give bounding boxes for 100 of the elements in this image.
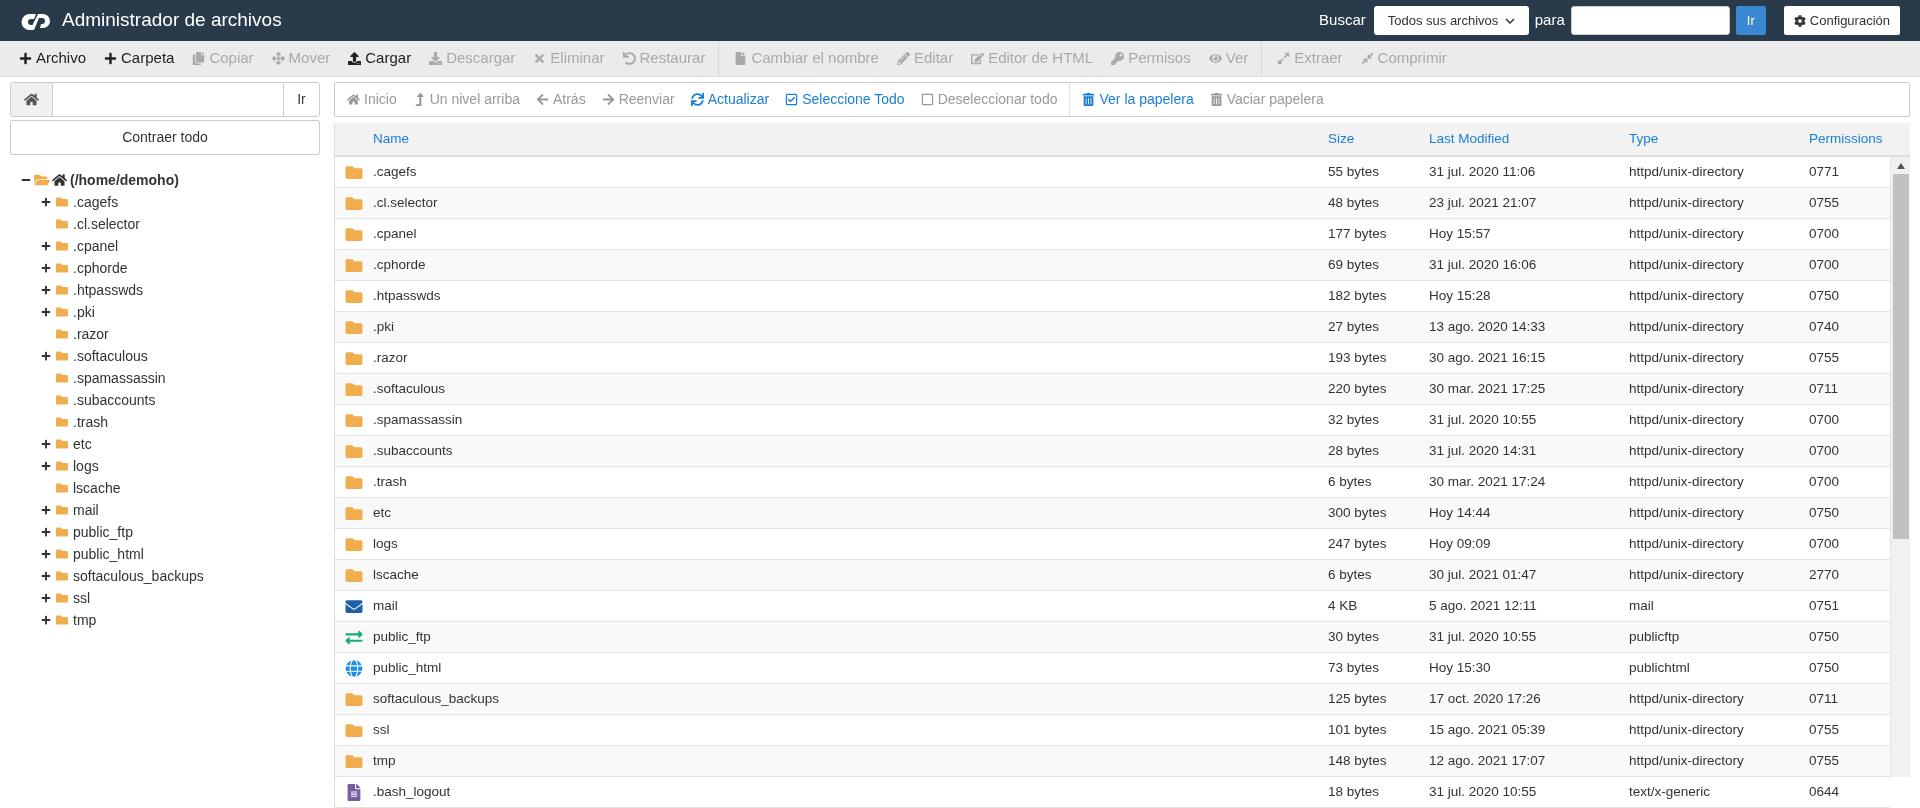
plus-icon[interactable] — [41, 505, 51, 515]
file-permissions: 0700 — [1809, 441, 1841, 460]
file-name: .cpanel — [373, 224, 418, 243]
modified-date: 31 jul. 2020 11:06 — [1429, 162, 1537, 181]
tree-item[interactable]: .htpasswds — [73, 279, 144, 301]
plus-icon[interactable] — [41, 285, 51, 295]
folder-icon — [55, 614, 69, 626]
folder-icon — [344, 411, 364, 429]
file-type: httpd/unix-directory — [1629, 441, 1745, 460]
table-row[interactable]: .pki 27 bytes 13 ago. 2020 14:33 httpd/unix-directory 0740 — [335, 312, 1890, 343]
folder-icon — [55, 218, 69, 230]
search-go-button[interactable]: Ir — [1735, 6, 1766, 35]
column-header[interactable]: Type — [1629, 128, 1809, 150]
plus-icon[interactable] — [41, 615, 51, 625]
plus-icon[interactable] — [41, 571, 51, 581]
nav-button[interactable]: Actualizar — [682, 83, 778, 116]
column-header[interactable]: Name — [373, 128, 1328, 150]
tree-root-label[interactable]: (/home/demoho) — [70, 169, 179, 191]
column-header[interactable]: Last Modified — [1429, 128, 1629, 150]
checked-box-icon — [785, 93, 799, 106]
table-row[interactable]: .softaculous 220 bytes 30 mar. 2021 17:25 httpd/unix-directory 0711 — [335, 374, 1890, 405]
tree-item[interactable]: mail — [73, 499, 99, 521]
nav-button[interactable]: Ver la papelera — [1074, 83, 1202, 116]
toolbar-button[interactable]: Cargar — [339, 41, 421, 76]
file-name: logs — [373, 534, 399, 553]
open-folder-icon — [34, 173, 50, 187]
collapse-all-button[interactable]: Contraer todo — [10, 120, 320, 155]
tree-item[interactable]: lscache — [73, 477, 121, 499]
scroll-up-arrow-icon[interactable] — [1896, 163, 1905, 169]
toolbar-button[interactable]: Archivo — [10, 41, 96, 76]
file-name: .cagefs — [373, 162, 418, 181]
home-icon — [347, 93, 360, 106]
tree-item[interactable]: tmp — [73, 609, 97, 631]
tree-item[interactable]: public_html — [73, 543, 144, 565]
table-row[interactable]: public_ftp 30 bytes 31 jul. 2020 10:55 publicftp 0750 — [335, 622, 1890, 653]
tree-item[interactable]: softaculous_backups — [73, 565, 204, 587]
undo-icon — [622, 52, 636, 65]
plus-icon[interactable] — [41, 593, 51, 603]
tree-item[interactable]: .cagefs — [73, 191, 119, 213]
file-type: httpd/unix-directory — [1629, 317, 1745, 336]
refresh-icon — [690, 93, 704, 106]
plus-icon[interactable] — [41, 527, 51, 537]
table-row[interactable]: .subaccounts 28 bytes 31 jul. 2020 14:31 httpd/unix-directory 0700 — [335, 436, 1890, 467]
tree-item[interactable]: .cphorde — [73, 257, 128, 279]
tree-item[interactable]: .cpanel — [73, 235, 119, 257]
folder-icon — [344, 349, 364, 367]
toolbar-button[interactable]: Carpeta — [95, 41, 184, 76]
folder-icon — [344, 690, 364, 708]
table-row[interactable]: etc 300 bytes Hoy 14:44 httpd/unix-directory 0750 — [335, 498, 1890, 529]
tree-item[interactable]: etc — [73, 433, 92, 455]
scrollbar[interactable] — [1890, 157, 1910, 777]
folder-icon — [344, 473, 364, 491]
table-row[interactable]: lscache 6 bytes 30 jul. 2021 01:47 httpd/unix-directory 2770 — [335, 560, 1890, 591]
folder-icon — [344, 504, 364, 522]
table-row[interactable]: tmp 148 bytes 12 ago. 2021 17:07 httpd/unix-directory 0755 — [335, 746, 1890, 777]
folder-icon — [55, 548, 69, 560]
plus-icon[interactable] — [41, 263, 51, 273]
modified-date: Hoy 15:57 — [1429, 224, 1492, 243]
folder-icon — [55, 592, 69, 604]
tree-item[interactable]: .pki — [73, 301, 95, 323]
file-name: .pki — [373, 317, 395, 336]
tree-item[interactable]: .subaccounts — [73, 389, 156, 411]
tree-item[interactable]: ssl — [73, 587, 91, 609]
folder-icon — [344, 535, 364, 553]
tree-item[interactable]: public_ftp — [73, 521, 133, 543]
plus-icon[interactable] — [41, 351, 51, 361]
table-row[interactable]: .cphorde 69 bytes 31 jul. 2020 16:06 httpd/unix-directory 0700 — [335, 250, 1890, 281]
folder-icon — [344, 721, 364, 739]
tree-item[interactable]: .razor — [73, 323, 109, 345]
plus-icon[interactable] — [41, 197, 51, 207]
folder-icon — [344, 194, 364, 212]
plus-icon[interactable] — [41, 439, 51, 449]
tree-item[interactable]: logs — [73, 455, 99, 477]
search-input[interactable] — [1570, 6, 1730, 35]
scrollbar-thumb[interactable] — [1892, 174, 1909, 539]
search-scope-select[interactable]: Todos sus archivos — [1373, 6, 1529, 35]
file-name: mail — [373, 596, 399, 615]
file-type: text/x-generic — [1629, 782, 1712, 801]
tree-item[interactable]: .softaculous — [73, 345, 148, 367]
file-size: 300 bytes — [1328, 503, 1388, 522]
column-header[interactable]: Size — [1328, 128, 1429, 150]
plus-icon[interactable] — [41, 307, 51, 317]
folder-icon — [55, 350, 69, 362]
file-type: httpd/unix-directory — [1629, 379, 1745, 398]
file-size: 18 bytes — [1328, 782, 1381, 801]
plus-icon[interactable] — [41, 549, 51, 559]
tree-item[interactable]: .cl.selector — [73, 213, 140, 235]
plus-icon[interactable] — [41, 241, 51, 251]
folder-icon — [55, 570, 69, 582]
plus-icon[interactable] — [41, 461, 51, 471]
settings-button[interactable]: Configuración — [1783, 6, 1900, 35]
folder-icon — [55, 526, 69, 538]
folder-icon — [55, 284, 69, 296]
tree-item[interactable]: .trash — [73, 411, 108, 433]
table-row[interactable]: softaculous_backups 125 bytes 17 oct. 2020 17:26 httpd/unix-directory 0711 — [335, 684, 1890, 715]
column-header[interactable]: Permissions — [1809, 128, 1899, 150]
table-row[interactable]: .cl.selector 48 bytes 23 jul. 2021 21:07 httpd/unix-directory 0755 — [335, 188, 1890, 219]
nav-button[interactable]: Seleccione Todo — [777, 83, 913, 116]
file-size: 193 bytes — [1328, 348, 1388, 367]
tree-item[interactable]: .spamassassin — [73, 367, 166, 389]
